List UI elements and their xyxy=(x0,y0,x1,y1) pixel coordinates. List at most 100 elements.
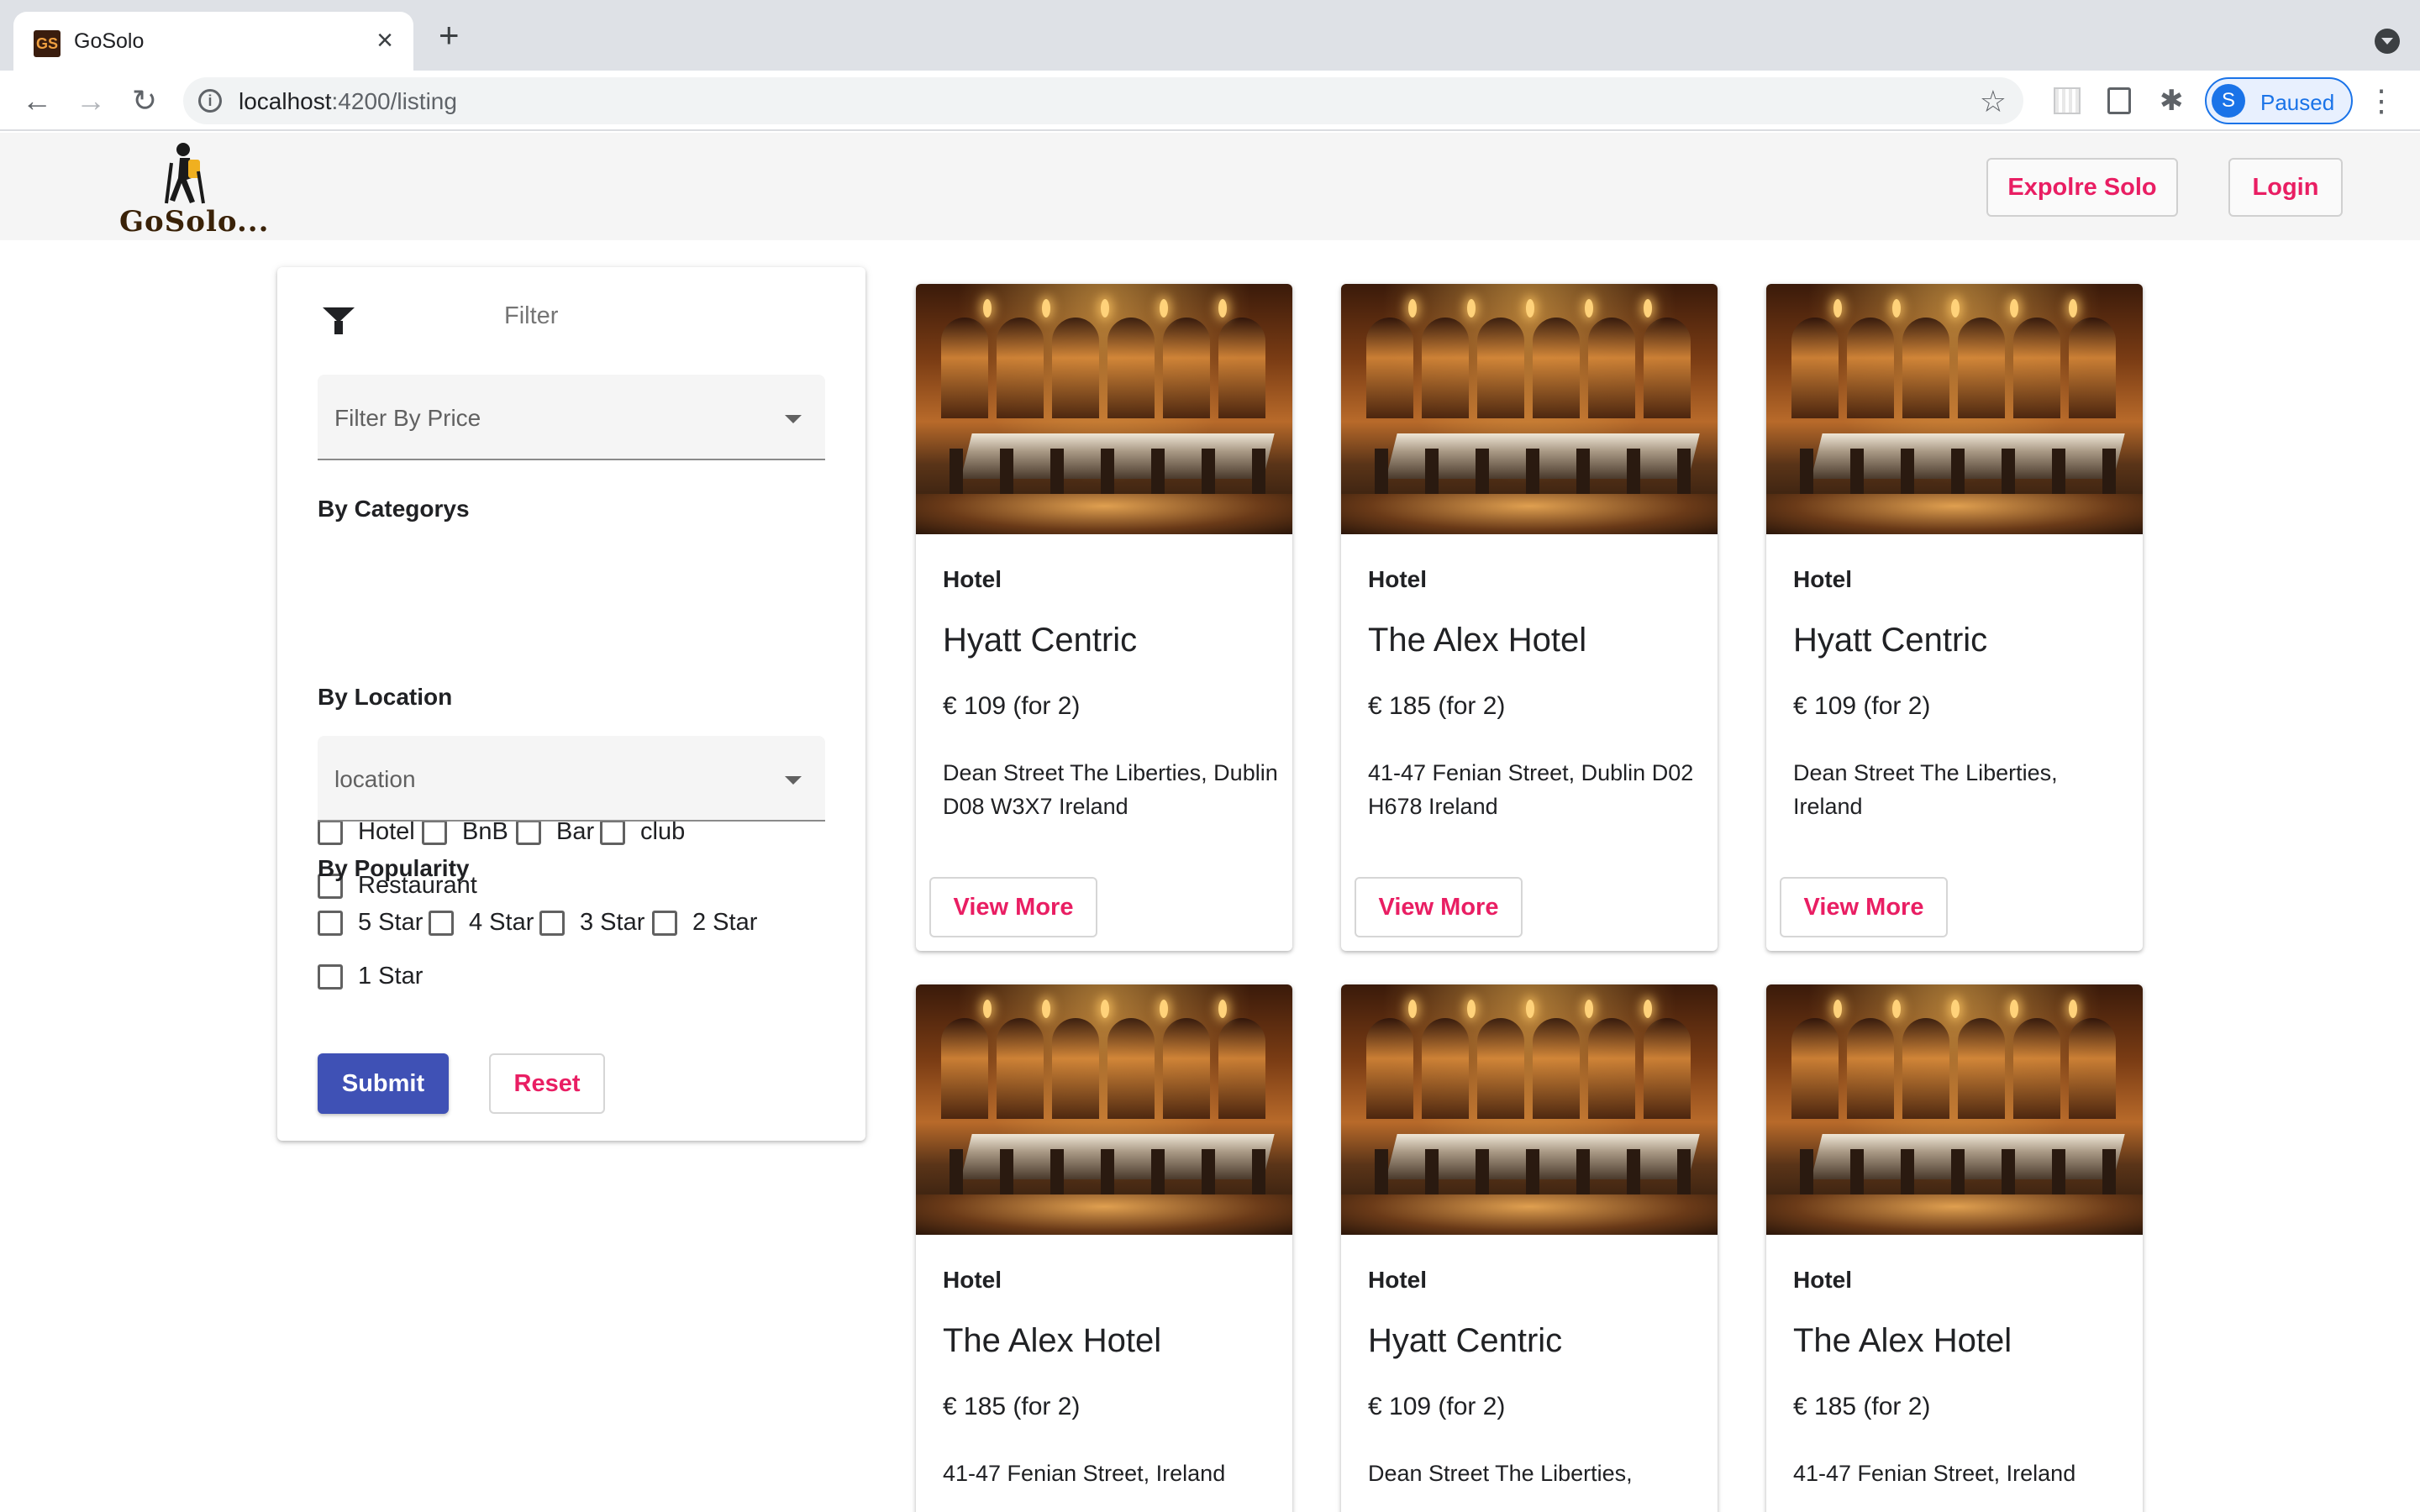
checkbox-label: Bar xyxy=(556,818,595,845)
tab-close-icon[interactable]: × xyxy=(376,25,393,55)
checkbox-label: 4 Star xyxy=(469,909,534,936)
browser-menu-icon[interactable]: ⋮ xyxy=(2366,82,2396,119)
profile-button[interactable]: S Paused xyxy=(2205,77,2353,124)
listing-card: Hotel The Alex Hotel € 185 (for 2) 41-47 Fe… xyxy=(916,984,1292,1512)
submit-button[interactable]: Submit xyxy=(318,1053,449,1114)
checkbox-icon[interactable] xyxy=(600,819,625,845)
location-heading: By Location xyxy=(318,684,453,710)
dropdown-arrow-icon xyxy=(785,776,802,785)
listing-price: € 185 (for 2) xyxy=(1793,1393,1931,1420)
checkbox-icon[interactable] xyxy=(422,819,447,845)
listing-address: 41-47 Fenian Street, Ireland xyxy=(1793,1461,2076,1486)
site-favicon-icon: GS xyxy=(34,30,60,57)
popularity-checkbox-4-star[interactable]: 4 Star xyxy=(429,909,534,937)
listing-price: € 109 (for 2) xyxy=(1793,692,1931,720)
checkbox-label: BnB xyxy=(462,818,508,845)
address-bar[interactable]: i localhost:4200/listing ☆ xyxy=(183,77,2023,124)
filter-funnel-icon xyxy=(323,307,355,334)
checkbox-icon[interactable] xyxy=(318,963,343,990)
listing-card: Hotel Hyatt Centric € 109 (for 2) Dean Stre… xyxy=(1341,984,1718,1512)
listing-category: Hotel xyxy=(1793,1267,1852,1293)
listing-card: Hotel Hyatt Centric € 109 (for 2) Dean Stre… xyxy=(916,284,1292,951)
profile-avatar: S xyxy=(2212,84,2245,118)
browser-tab[interactable]: GS GoSolo × xyxy=(13,12,413,71)
site-info-icon[interactable]: i xyxy=(198,89,222,113)
listing-name: Hyatt Centric xyxy=(1368,1322,1563,1359)
listing-name: The Alex Hotel xyxy=(943,1322,1162,1359)
listing-price: € 109 (for 2) xyxy=(943,692,1081,720)
listing-category: Hotel xyxy=(1368,1267,1427,1293)
checkbox-icon[interactable] xyxy=(652,910,677,936)
checkbox-icon[interactable] xyxy=(318,910,343,936)
hotel-bar-photo xyxy=(1341,984,1718,1235)
dropdown-arrow-icon xyxy=(785,415,802,423)
category-checkbox-bnb[interactable]: BnB xyxy=(422,818,508,846)
hotel-bar-photo xyxy=(1341,284,1718,534)
listing-category: Hotel xyxy=(1368,566,1427,592)
browser-toolbar: ← → ↻ i localhost:4200/listing ☆ ✱ S Pau… xyxy=(0,71,2420,131)
listing-name: The Alex Hotel xyxy=(1368,622,1587,659)
location-select[interactable]: location xyxy=(318,736,825,822)
category-checkbox-bar[interactable]: Bar xyxy=(516,818,594,846)
listing-card: Hotel The Alex Hotel € 185 (for 2) 41-47 Fe… xyxy=(1341,284,1718,951)
checkbox-label: club xyxy=(640,818,686,845)
tab-search-icon[interactable] xyxy=(2375,29,2400,54)
view-more-button[interactable]: View More xyxy=(1355,877,1523,937)
popularity-checkbox-5-star[interactable]: 5 Star xyxy=(318,909,423,937)
reload-icon[interactable]: ↻ xyxy=(126,82,163,119)
new-tab-icon[interactable]: + xyxy=(439,18,460,53)
forward-arrow-icon[interactable]: → xyxy=(72,82,109,119)
extensions-puzzle-icon[interactable]: ✱ xyxy=(2160,84,2184,118)
tab-title: GoSolo xyxy=(74,29,145,53)
explore-solo-button[interactable]: Expolre Solo xyxy=(1986,158,2178,217)
hiker-icon xyxy=(165,143,205,204)
listing-price: € 185 (for 2) xyxy=(943,1393,1081,1420)
checkbox-icon[interactable] xyxy=(429,910,454,936)
popularity-heading: By Popularity xyxy=(318,855,470,881)
view-more-button[interactable]: View More xyxy=(929,877,1097,937)
listing-address: Dean Street The Liberties, xyxy=(1368,1461,1633,1486)
checkbox-icon[interactable] xyxy=(516,819,541,845)
checkbox-label: 1 Star xyxy=(358,963,424,990)
popularity-checkbox-2-star[interactable]: 2 Star xyxy=(652,909,757,937)
listing-card: Hotel The Alex Hotel € 185 (for 2) 41-47 Fe… xyxy=(1766,984,2143,1512)
hotel-bar-photo xyxy=(1766,984,2143,1235)
price-filter-select[interactable]: Filter By Price xyxy=(318,375,825,460)
back-arrow-icon[interactable]: ← xyxy=(18,82,55,119)
browser-tab-strip: GS GoSolo × + xyxy=(0,0,2420,71)
checkbox-icon[interactable] xyxy=(539,910,565,936)
category-checkbox-hotel[interactable]: Hotel xyxy=(318,818,415,846)
filter-title: Filter xyxy=(504,302,559,329)
view-more-button[interactable]: View More xyxy=(1780,877,1948,937)
bookmark-star-icon[interactable]: ☆ xyxy=(1980,84,2007,119)
popularity-checkbox-1-star[interactable]: 1 Star xyxy=(318,963,423,990)
listing-card: Hotel Hyatt Centric € 109 (for 2) Dean Stre… xyxy=(1766,284,2143,951)
popularity-checkbox-3-star[interactable]: 3 Star xyxy=(539,909,644,937)
checkbox-label: 3 Star xyxy=(580,909,645,936)
listing-name: Hyatt Centric xyxy=(1793,622,1988,659)
listing-name: The Alex Hotel xyxy=(1793,1322,2012,1359)
listing-category: Hotel xyxy=(1793,566,1852,592)
listing-price: € 185 (for 2) xyxy=(1368,692,1506,720)
price-select-placeholder: Filter By Price xyxy=(334,405,481,431)
gosolo-logo[interactable]: GoSolo... xyxy=(119,138,268,239)
listing-category: Hotel xyxy=(943,566,1002,592)
reading-list-icon[interactable] xyxy=(2107,87,2131,114)
listing-address: Dean Street The Liberties, Dublin D08 W3… xyxy=(943,760,1278,819)
extension-grid-icon[interactable] xyxy=(2054,87,2081,114)
checkbox-label: 2 Star xyxy=(692,909,758,936)
url-text: localhost:4200/listing xyxy=(239,88,457,114)
listing-name: Hyatt Centric xyxy=(943,622,1138,659)
listing-address: 41-47 Fenian Street, Ireland xyxy=(943,1461,1226,1486)
checkbox-icon[interactable] xyxy=(318,819,343,845)
logo-text: GoSolo... xyxy=(119,205,270,239)
categories-heading: By Categorys xyxy=(318,496,470,522)
login-button[interactable]: Login xyxy=(2228,158,2343,217)
category-checkbox-club[interactable]: club xyxy=(600,818,685,846)
profile-status: Paused xyxy=(2260,90,2335,115)
checkbox-label: 5 Star xyxy=(358,909,424,936)
location-select-placeholder: location xyxy=(334,766,416,792)
filter-panel: Filter Filter By Price By Categorys Hote… xyxy=(277,267,865,1141)
hotel-bar-photo xyxy=(916,984,1292,1235)
reset-button[interactable]: Reset xyxy=(489,1053,605,1114)
